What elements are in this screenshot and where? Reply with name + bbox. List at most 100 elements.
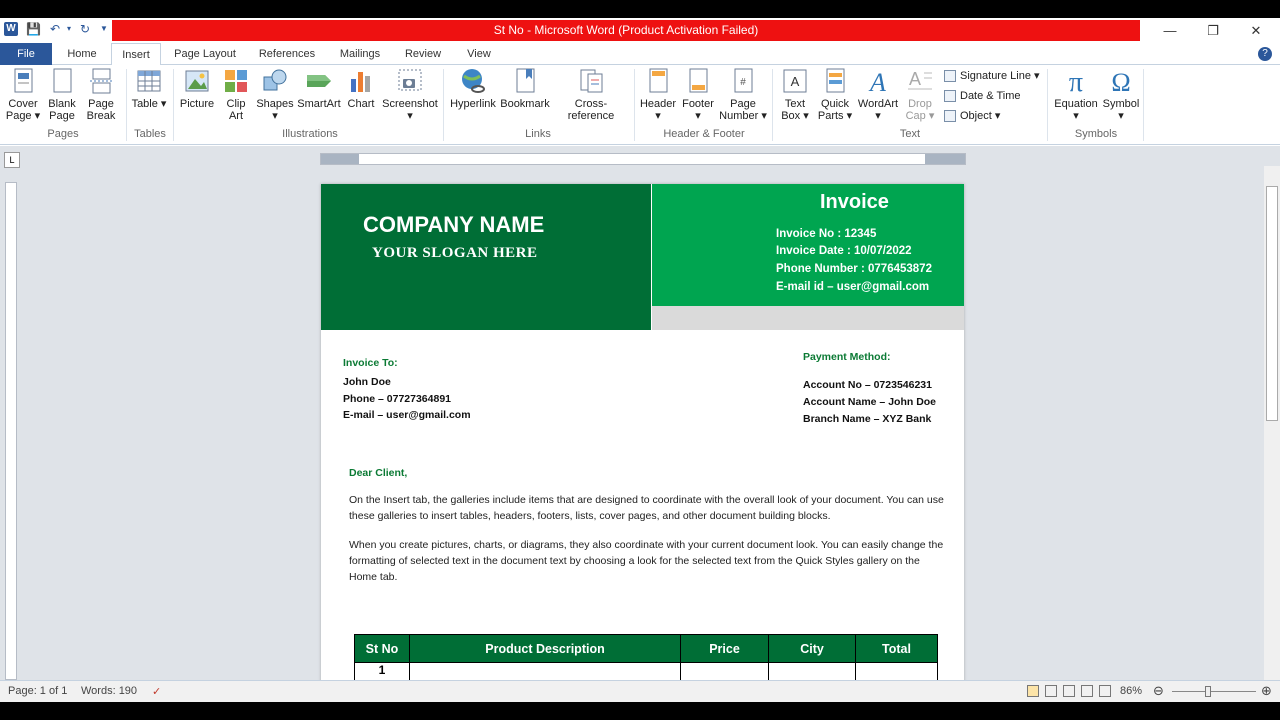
- zoom-in-icon[interactable]: ⊕: [1261, 683, 1272, 699]
- undo-icon[interactable]: ↶: [48, 22, 62, 36]
- text-box-icon: A: [783, 69, 807, 93]
- scrollbar-thumb[interactable]: [1266, 186, 1278, 421]
- tab-insert[interactable]: Insert: [111, 43, 161, 66]
- vertical-scrollbar[interactable]: [1264, 166, 1280, 682]
- chart-button[interactable]: Chart: [343, 67, 379, 110]
- equation-label: Equation ▾: [1054, 98, 1098, 122]
- shapes-button[interactable]: Shapes ▾: [255, 67, 295, 122]
- ribbon-separator: [1143, 69, 1144, 141]
- window-title: St No - Microsoft Word (Product Activati…: [112, 20, 1140, 41]
- wordart-label: WordArt ▾: [857, 98, 899, 122]
- tab-selector[interactable]: L: [4, 152, 20, 168]
- zoom-out-icon[interactable]: ⊖: [1153, 683, 1164, 699]
- undo-dropdown-icon[interactable]: ▾: [62, 22, 76, 36]
- print-layout-icon[interactable]: [1027, 685, 1039, 697]
- page-count[interactable]: Page: 1 of 1: [8, 685, 67, 697]
- draft-icon[interactable]: [1099, 685, 1111, 697]
- tab-home[interactable]: Home: [58, 43, 106, 65]
- tab-file[interactable]: File: [0, 43, 52, 65]
- picture-label: Picture: [179, 98, 215, 110]
- object-button[interactable]: Object ▾: [944, 107, 1000, 125]
- svg-text:#: #: [740, 77, 746, 88]
- date-time-label: Date & Time: [960, 90, 1021, 102]
- header-label: Header ▾: [639, 98, 677, 122]
- tab-view[interactable]: View: [458, 43, 500, 65]
- page-break-label: Page Break: [86, 98, 116, 122]
- blank-page-label: Blank Page: [48, 98, 76, 122]
- horizontal-ruler[interactable]: [320, 153, 966, 165]
- header-button[interactable]: Header ▾: [638, 67, 678, 122]
- client-phone: Phone – 07727364891: [343, 393, 451, 405]
- redo-icon[interactable]: ↻: [78, 22, 92, 36]
- tab-page-layout[interactable]: Page Layout: [168, 43, 242, 65]
- bookmark-button[interactable]: Bookmark: [500, 67, 550, 110]
- page-break-button[interactable]: Page Break: [83, 67, 119, 122]
- clip-art-button[interactable]: Clip Art: [220, 67, 252, 122]
- word-count[interactable]: Words: 190: [81, 685, 137, 697]
- vertical-ruler[interactable]: [5, 182, 17, 680]
- svg-text:A: A: [868, 68, 886, 95]
- document-page[interactable]: COMPANY NAME YOUR SLOGAN HERE Invoice In…: [321, 184, 964, 700]
- ribbon-separator: [1047, 69, 1048, 141]
- screenshot-label: Screenshot ▾: [382, 98, 438, 122]
- equation-button[interactable]: π Equation ▾: [1052, 67, 1100, 122]
- blank-page-button[interactable]: Blank Page: [44, 67, 80, 122]
- branch-name: Branch Name – XYZ Bank: [803, 413, 932, 425]
- web-layout-icon[interactable]: [1063, 685, 1075, 697]
- table-button[interactable]: Table ▾: [130, 67, 168, 110]
- customize-qat-icon[interactable]: ▼: [97, 22, 111, 36]
- table-header-description: Product Description: [409, 634, 681, 663]
- minimize-button[interactable]: —: [1150, 20, 1190, 41]
- signature-line-icon: [944, 70, 956, 83]
- text-box-button[interactable]: A Text Box ▾: [776, 67, 814, 122]
- cross-reference-label: Cross-reference: [567, 98, 615, 122]
- cover-page-button[interactable]: Cover Page ▾: [4, 67, 42, 122]
- screenshot-icon: [398, 69, 422, 91]
- object-label: Object ▾: [960, 110, 1001, 122]
- signature-line-button[interactable]: Signature Line ▾: [944, 67, 1040, 85]
- zoom-level[interactable]: 86%: [1120, 685, 1142, 697]
- smartart-label: SmartArt: [297, 98, 341, 110]
- product-table[interactable]: St No Product Description Price City Tot…: [354, 634, 938, 683]
- date-time-button[interactable]: Date & Time: [944, 87, 1021, 105]
- full-screen-reading-icon[interactable]: [1045, 685, 1057, 697]
- page-number-icon: #: [734, 68, 753, 93]
- hyperlink-button[interactable]: Hyperlink: [448, 67, 498, 110]
- help-icon[interactable]: ?: [1258, 47, 1272, 61]
- outline-icon[interactable]: [1081, 685, 1093, 697]
- signature-line-label: Signature Line ▾: [960, 70, 1040, 82]
- footer-button[interactable]: Footer ▾: [679, 67, 717, 122]
- title-bar: W 💾 ↶ ▾ ↻ ▼ St No - Microsoft Word (Prod…: [0, 18, 1280, 43]
- svg-text:A: A: [791, 74, 800, 89]
- tab-references[interactable]: References: [252, 43, 322, 65]
- cross-reference-button[interactable]: Cross-reference: [552, 67, 630, 122]
- proofing-icon[interactable]: ✓: [152, 685, 161, 698]
- clip-art-label: Clip Art: [226, 98, 246, 122]
- restore-button[interactable]: ❐: [1193, 20, 1233, 41]
- chart-label: Chart: [347, 98, 375, 110]
- group-text-label: Text: [899, 128, 921, 140]
- smartart-button[interactable]: SmartArt: [297, 67, 341, 110]
- screenshot-button[interactable]: Screenshot ▾: [381, 67, 439, 122]
- drop-cap-icon: A: [908, 69, 932, 90]
- tab-review[interactable]: Review: [398, 43, 448, 65]
- save-icon[interactable]: 💾: [26, 22, 41, 36]
- tab-mailings[interactable]: Mailings: [332, 43, 388, 65]
- group-links-label: Links: [525, 128, 551, 140]
- drop-cap-button[interactable]: A Drop Cap ▾: [902, 67, 938, 122]
- header-icon: [649, 68, 668, 93]
- zoom-slider-thumb[interactable]: [1205, 686, 1211, 697]
- zoom-slider[interactable]: [1172, 691, 1256, 692]
- quick-parts-button[interactable]: Quick Parts ▾: [816, 67, 854, 122]
- invoice-phone: Phone Number : 0776453872: [776, 263, 932, 275]
- greeting: Dear Client,: [349, 467, 408, 479]
- table-label: Table ▾: [131, 98, 167, 110]
- page-number-button[interactable]: # Page Number ▾: [718, 67, 768, 122]
- wordart-button[interactable]: A WordArt ▾: [856, 67, 900, 122]
- symbol-button[interactable]: Ω Symbol ▾: [1102, 67, 1140, 122]
- word-window: W 💾 ↶ ▾ ↻ ▼ St No - Microsoft Word (Prod…: [0, 18, 1280, 702]
- picture-button[interactable]: Picture: [177, 67, 217, 110]
- close-button[interactable]: ✕: [1236, 20, 1276, 41]
- ribbon-separator: [772, 69, 773, 141]
- table-header-row: St No Product Description Price City Tot…: [354, 634, 938, 663]
